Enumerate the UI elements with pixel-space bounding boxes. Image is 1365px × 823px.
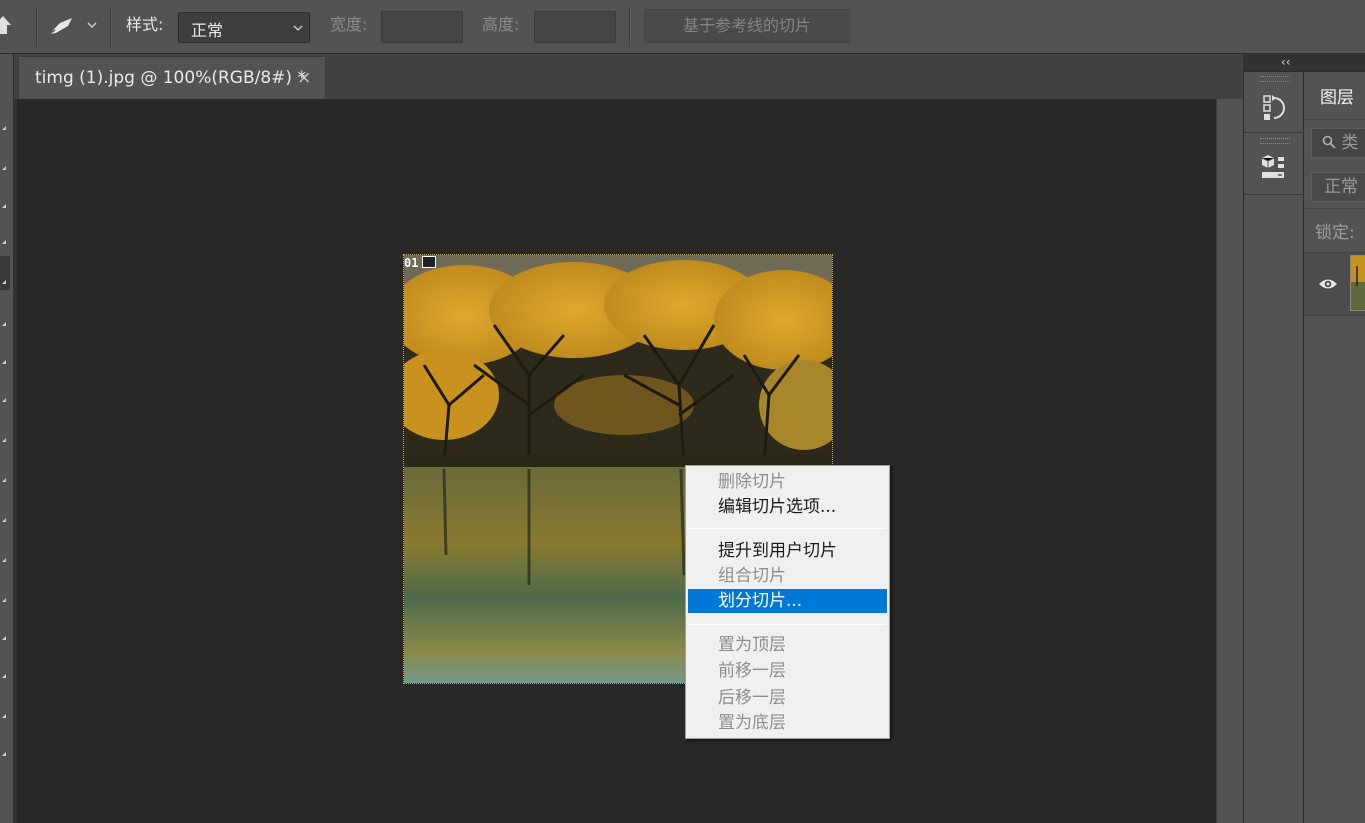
layers-panel: 图层 类 正常 锁定: [1304, 72, 1365, 823]
vertical-scrollbar[interactable] [1216, 99, 1243, 823]
menu-item-delete-slice[interactable]: 删除切片 [688, 470, 887, 494]
menu-item-send-backward[interactable]: 后移一层 [688, 686, 887, 710]
layer-filter-search[interactable]: 类 [1311, 128, 1365, 158]
layer-row[interactable] [1304, 252, 1365, 316]
history-panel-icon[interactable] [1252, 86, 1296, 130]
style-select[interactable]: 正常 [178, 12, 310, 43]
slice-context-menu: 删除切片 编辑切片选项... 提升到用户切片 组合切片 划分切片... 置为顶层… [685, 465, 890, 739]
search-icon [1322, 135, 1336, 149]
menu-separator [689, 624, 886, 625]
layers-tab-title: 图层 [1320, 88, 1354, 108]
width-input[interactable] [381, 11, 463, 43]
menu-item-promote-to-user-slice[interactable]: 提升到用户切片 [688, 539, 887, 563]
layer-filter-placeholder: 类 [1341, 133, 1359, 153]
photoshop-window: 样式: 正常 宽度: 高度: 基于参考线的切片 timg (1).jpg @ 1… [0, 0, 1365, 823]
active-tool[interactable] [0, 256, 10, 290]
menu-item-send-to-back[interactable]: 置为底层 [688, 711, 887, 735]
3d-panel-icon[interactable] [1252, 146, 1296, 190]
slice-badge: 01 [404, 256, 437, 270]
panel-icon-column [1243, 72, 1305, 823]
image-slice-icon [422, 256, 437, 268]
menu-item-divide-slice[interactable]: 划分切片... [688, 589, 887, 613]
close-icon[interactable]: × [297, 57, 311, 99]
menu-separator [689, 528, 886, 529]
visibility-eye-icon[interactable] [1318, 277, 1338, 291]
slices-from-guides-button[interactable]: 基于参考线的切片 [644, 9, 850, 43]
collapse-panels-icon[interactable]: ‹‹ [1281, 54, 1291, 70]
slice-tool-icon[interactable] [46, 14, 76, 38]
tools-panel [0, 54, 14, 823]
menu-item-edit-slice-options[interactable]: 编辑切片选项... [688, 495, 887, 519]
document-tab-title: timg (1).jpg @ 100%(RGB/8#) * [35, 68, 306, 88]
blend-mode-select[interactable]: 正常 [1311, 172, 1365, 202]
document-tab[interactable]: timg (1).jpg @ 100%(RGB/8#) * × [18, 56, 326, 99]
style-value: 正常 [191, 21, 224, 40]
layers-tab[interactable]: 图层 [1304, 72, 1365, 120]
chevron-down-icon[interactable] [86, 18, 98, 32]
dock-collapse-bar[interactable]: ‹‹ [1243, 54, 1365, 72]
panel-grip[interactable] [1260, 138, 1290, 144]
menu-item-bring-forward[interactable]: 前移一层 [688, 659, 887, 683]
style-label: 样式: [126, 15, 164, 34]
height-input[interactable] [534, 11, 616, 43]
panel-grip[interactable] [1260, 76, 1290, 82]
chevron-down-icon [293, 25, 303, 31]
height-label: 高度: [482, 15, 520, 34]
home-icon[interactable] [0, 14, 12, 36]
menu-item-bring-to-front[interactable]: 置为顶层 [688, 633, 887, 657]
slice-number: 01 [404, 256, 419, 270]
menu-item-combine-slices[interactable]: 组合切片 [688, 564, 887, 588]
options-bar: 样式: 正常 宽度: 高度: 基于参考线的切片 [0, 0, 1365, 54]
width-label: 宽度: [330, 15, 368, 34]
lock-label: 锁定: [1315, 223, 1355, 243]
layer-thumbnail[interactable] [1350, 255, 1365, 311]
